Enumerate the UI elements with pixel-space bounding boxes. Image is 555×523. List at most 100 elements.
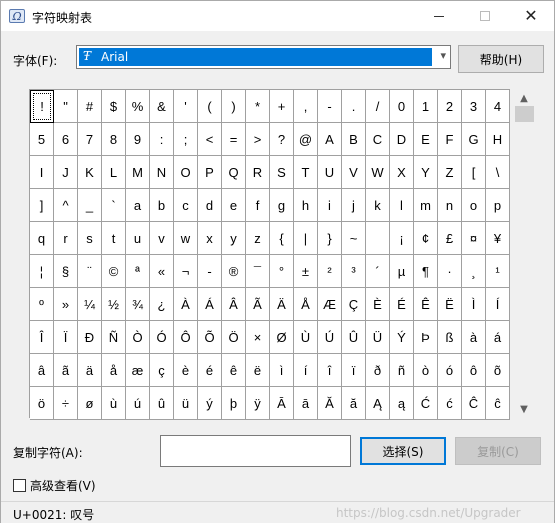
character-cell[interactable]: õ — [486, 354, 510, 387]
character-cell[interactable]: Ö — [222, 321, 246, 354]
character-cell[interactable]: # — [78, 90, 102, 123]
character-cell[interactable]: Ð — [78, 321, 102, 354]
character-cell[interactable]: ô — [462, 354, 486, 387]
character-cell[interactable]: ¤ — [462, 222, 486, 255]
character-cell[interactable]: D — [390, 123, 414, 156]
close-button[interactable]: ✕ — [508, 1, 554, 31]
character-cell[interactable]: + — [270, 90, 294, 123]
character-cell[interactable]: á — [486, 321, 510, 354]
character-cell[interactable]: À — [174, 288, 198, 321]
character-cell[interactable]: µ — [390, 255, 414, 288]
character-cell[interactable]: Ā — [270, 387, 294, 420]
character-cell[interactable]: à — [462, 321, 486, 354]
character-cell[interactable]: - — [318, 90, 342, 123]
character-cell[interactable]: c — [174, 189, 198, 222]
character-cell[interactable]: E — [414, 123, 438, 156]
character-cell[interactable]: - — [198, 255, 222, 288]
character-cell[interactable]: Ô — [174, 321, 198, 354]
character-cell[interactable]: Ê — [414, 288, 438, 321]
character-cell[interactable]: ' — [174, 90, 198, 123]
character-cell[interactable]: J — [54, 156, 78, 189]
character-cell[interactable]: ? — [270, 123, 294, 156]
character-cell[interactable]: 4 — [486, 90, 510, 123]
character-cell[interactable]: Ã — [246, 288, 270, 321]
character-cell[interactable]: ö — [30, 387, 54, 420]
character-cell[interactable]: ą — [390, 387, 414, 420]
character-cell[interactable]: Á — [198, 288, 222, 321]
character-cell[interactable]: ± — [294, 255, 318, 288]
character-cell[interactable]: u — [126, 222, 150, 255]
character-cell[interactable]: ¡ — [390, 222, 414, 255]
character-cell[interactable]: Í — [486, 288, 510, 321]
character-cell[interactable]: ¸ — [462, 255, 486, 288]
character-cell[interactable]: | — [294, 222, 318, 255]
character-cell[interactable]: î — [318, 354, 342, 387]
character-cell[interactable]: Ë — [438, 288, 462, 321]
character-cell[interactable]: R — [246, 156, 270, 189]
character-cell[interactable]: M — [126, 156, 150, 189]
character-cell[interactable]: ¢ — [414, 222, 438, 255]
character-cell[interactable]: } — [318, 222, 342, 255]
character-cell[interactable]: L — [102, 156, 126, 189]
character-cell[interactable]: F — [438, 123, 462, 156]
character-cell[interactable]: d — [198, 189, 222, 222]
character-cell[interactable]: ã — [54, 354, 78, 387]
character-cell[interactable]: q — [30, 222, 54, 255]
character-cell[interactable]: K — [78, 156, 102, 189]
character-cell[interactable]: X — [390, 156, 414, 189]
character-cell[interactable]: ï — [342, 354, 366, 387]
character-cell[interactable]: V — [342, 156, 366, 189]
character-cell[interactable]: e — [222, 189, 246, 222]
character-cell[interactable]: " — [54, 90, 78, 123]
character-cell[interactable]: Ą — [366, 387, 390, 420]
character-cell[interactable]: å — [102, 354, 126, 387]
character-cell[interactable]: ) — [222, 90, 246, 123]
character-cell[interactable]: ` — [102, 189, 126, 222]
character-cell[interactable]: û — [150, 387, 174, 420]
character-cell[interactable]: ì — [270, 354, 294, 387]
character-cell[interactable]: [ — [462, 156, 486, 189]
character-cell[interactable]: ý — [198, 387, 222, 420]
character-cell[interactable]: * — [246, 90, 270, 123]
character-cell[interactable]: 3 — [462, 90, 486, 123]
character-cell[interactable]: ½ — [102, 288, 126, 321]
character-cell[interactable]: é — [198, 354, 222, 387]
font-dropdown[interactable]: Ŧ Arial ▾ — [76, 45, 451, 69]
character-cell[interactable]: $ — [102, 90, 126, 123]
character-cell[interactable]: » — [54, 288, 78, 321]
character-cell[interactable]: N — [150, 156, 174, 189]
character-cell[interactable]: Ï — [54, 321, 78, 354]
character-cell[interactable]: Ç — [342, 288, 366, 321]
character-cell[interactable]: r — [54, 222, 78, 255]
character-cell[interactable]: I — [30, 156, 54, 189]
character-cell[interactable]: ¼ — [78, 288, 102, 321]
chevron-down-icon[interactable]: ▾ — [440, 49, 446, 62]
minimize-button[interactable] — [416, 1, 462, 31]
advanced-view-toggle[interactable]: 高级查看(V) — [13, 477, 96, 494]
character-cell[interactable]: ¯ — [246, 255, 270, 288]
character-cell[interactable]: Ć — [414, 387, 438, 420]
character-cell[interactable]: ñ — [390, 354, 414, 387]
character-cell[interactable]: o — [462, 189, 486, 222]
character-cell[interactable]: k — [366, 189, 390, 222]
character-cell[interactable]: ® — [222, 255, 246, 288]
advanced-view-checkbox[interactable] — [13, 479, 26, 492]
character-cell[interactable]: â — [30, 354, 54, 387]
character-cell[interactable]: × — [246, 321, 270, 354]
character-cell[interactable]: i — [318, 189, 342, 222]
character-cell[interactable]: ¥ — [486, 222, 510, 255]
character-cell[interactable]: « — [150, 255, 174, 288]
character-cell[interactable]: ~ — [342, 222, 366, 255]
character-cell[interactable]: S — [270, 156, 294, 189]
character-cell[interactable]: É — [390, 288, 414, 321]
character-cell[interactable]: x — [198, 222, 222, 255]
character-cell[interactable]: ê — [222, 354, 246, 387]
character-cell[interactable]: ¾ — [126, 288, 150, 321]
character-cell[interactable]: U — [318, 156, 342, 189]
character-cell[interactable]: < — [198, 123, 222, 156]
character-cell[interactable]: Ĉ — [462, 387, 486, 420]
character-cell[interactable]: ² — [318, 255, 342, 288]
character-cell[interactable]: Å — [294, 288, 318, 321]
character-cell[interactable]: Æ — [318, 288, 342, 321]
character-cell[interactable]: Ó — [150, 321, 174, 354]
